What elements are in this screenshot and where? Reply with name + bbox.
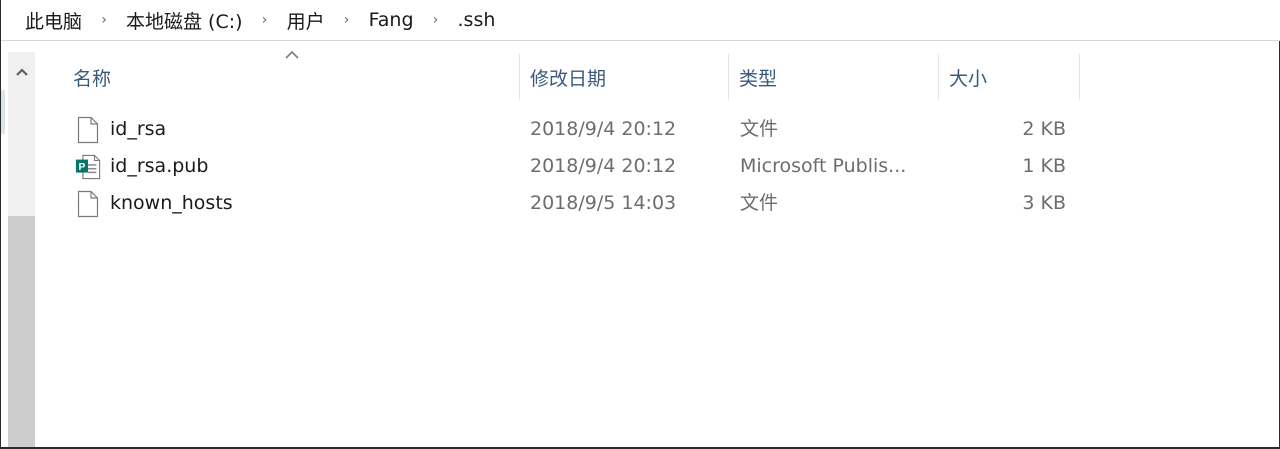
file-date-modified: 2018/9/4 20:12 xyxy=(530,155,677,177)
column-header-type-label: 类型 xyxy=(739,67,778,90)
file-name[interactable]: known_hosts xyxy=(110,185,233,222)
column-header-type[interactable]: 类型 xyxy=(729,54,939,100)
file-size: 1 KB xyxy=(1022,155,1066,177)
file-name[interactable]: id_rsa.pub xyxy=(110,148,208,185)
file-explorer-window: 此电脑 › 本地磁盘 (C:) › 用户 › Fang › .ssh 名称 修改… xyxy=(0,0,1280,449)
file-row-known-hosts[interactable]: known_hosts 2018/9/5 14:03 文件 3 KB xyxy=(1,185,1280,222)
file-type: 文件 xyxy=(740,192,779,214)
column-header-size-label: 大小 xyxy=(949,67,988,90)
file-row-id-rsa-pub[interactable]: P id_rsa.pub 2018/9/4 20:12 Microsoft Pu… xyxy=(1,148,1280,185)
chevron-right-icon[interactable]: › xyxy=(84,12,124,28)
breadcrumb-this-pc[interactable]: 此电脑 xyxy=(23,7,84,34)
column-header-row: 名称 修改日期 类型 大小 xyxy=(49,54,1081,100)
microsoft-publisher-file-icon: P xyxy=(75,148,101,185)
breadcrumb-local-disk[interactable]: 本地磁盘 (C:) xyxy=(124,7,245,34)
file-list: id_rsa 2018/9/4 20:12 文件 2 KB P id_rsa.p… xyxy=(1,111,1280,222)
column-header-date-label: 修改日期 xyxy=(530,67,607,90)
column-header-name[interactable]: 名称 xyxy=(63,54,520,100)
file-date-modified: 2018/9/5 14:03 xyxy=(530,192,677,214)
chevron-right-icon[interactable]: › xyxy=(245,12,285,28)
file-size: 2 KB xyxy=(1022,118,1066,140)
column-header-date-modified[interactable]: 修改日期 xyxy=(520,54,729,100)
scroll-up-button[interactable] xyxy=(8,52,35,92)
breadcrumb: 此电脑 › 本地磁盘 (C:) › 用户 › Fang › .ssh xyxy=(1,0,1280,41)
file-size: 3 KB xyxy=(1022,192,1066,214)
scrollbar-thumb[interactable] xyxy=(8,216,35,449)
breadcrumb-ssh[interactable]: .ssh xyxy=(456,9,498,31)
file-name[interactable]: id_rsa xyxy=(110,111,166,148)
blank-file-icon xyxy=(75,111,101,148)
breadcrumb-fang[interactable]: Fang xyxy=(367,9,416,31)
file-type: Microsoft Publis... xyxy=(740,155,907,177)
blank-file-icon xyxy=(75,185,101,222)
file-date-modified: 2018/9/4 20:12 xyxy=(530,118,677,140)
file-row-id-rsa[interactable]: id_rsa 2018/9/4 20:12 文件 2 KB xyxy=(1,111,1280,148)
chevron-up-icon xyxy=(15,68,28,76)
file-type: 文件 xyxy=(740,118,779,140)
svg-text:P: P xyxy=(79,161,86,172)
chevron-right-icon[interactable]: › xyxy=(416,12,456,28)
chevron-right-icon[interactable]: › xyxy=(327,12,367,28)
column-header-size[interactable]: 大小 xyxy=(939,54,1080,100)
column-header-name-label: 名称 xyxy=(73,67,112,90)
breadcrumb-users[interactable]: 用户 xyxy=(285,7,327,34)
